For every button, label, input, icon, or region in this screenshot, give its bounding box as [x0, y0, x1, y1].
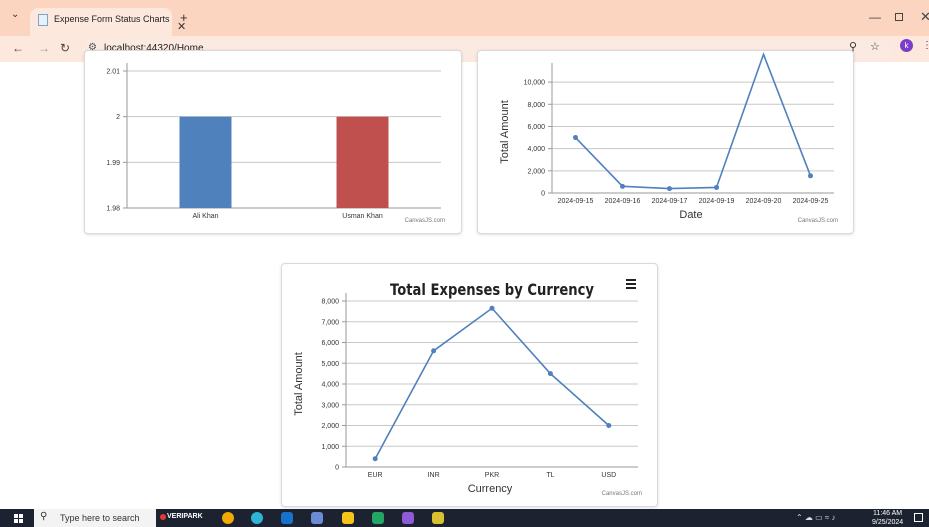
outlook-icon[interactable]	[281, 512, 293, 524]
currency-line-chart: Total Expenses by Currency 0 1,000 2,000 3,0…	[293, 279, 642, 497]
y-tick-label: 2	[116, 114, 120, 121]
canvasjs-credit: CanvasJS.com	[405, 218, 445, 224]
y-axis-title: Total Amount	[499, 100, 511, 164]
bookmark-star-icon[interactable]: ☆	[870, 40, 880, 53]
x-tick-label: USD	[601, 472, 616, 479]
taskbar-search-placeholder: Type here to search	[60, 513, 140, 523]
x-tick-label: 2024-09-20	[746, 198, 782, 205]
y-tick-label: 8,000	[527, 102, 545, 109]
page-favicon-icon	[38, 14, 48, 26]
new-tab-icon[interactable]: +	[180, 10, 188, 25]
x-tick-label: 2024-09-25	[793, 198, 829, 205]
tab-expense-form-status-charts[interactable]: Expense Form Status Charts ✕	[30, 8, 186, 36]
series-line	[374, 307, 610, 460]
chrome-icon[interactable]	[222, 512, 234, 524]
chrome-alt-icon[interactable]	[372, 512, 384, 524]
y-tick-label: 4,000	[321, 382, 339, 389]
search-icon: ⚲	[40, 511, 48, 522]
veripark-app[interactable]: VERIPARK	[167, 513, 203, 520]
visual-studio-icon[interactable]	[402, 512, 414, 524]
tab-search-icon[interactable]: ⌄	[11, 9, 19, 20]
reload-icon[interactable]: ↻	[60, 41, 70, 55]
canvasjs-credit: CanvasJS.com	[602, 491, 642, 497]
x-tick-label: 2024-09-17	[652, 198, 688, 205]
y-tick-label: 0	[541, 191, 545, 198]
y-tick-label: 2,000	[527, 168, 545, 175]
teams-icon[interactable]	[311, 512, 323, 524]
notification-icon[interactable]	[914, 513, 923, 522]
x-axis-title: Currency	[468, 483, 513, 495]
data-point	[808, 173, 813, 179]
data-point	[667, 186, 672, 192]
canvasjs-credit: CanvasJS.com	[798, 218, 838, 224]
y-tick-label: 10,000	[524, 80, 546, 87]
x-tick-label: INR	[428, 472, 440, 479]
bar	[336, 116, 389, 208]
y-tick-label: 6,000	[527, 124, 545, 131]
data-point	[547, 371, 553, 377]
x-tick-label: 2024-09-15	[558, 198, 594, 205]
bar-chart: 1.98 1.99 2 2.01 Ali Khan Usman Khan CanvasJS.…	[106, 63, 445, 224]
forward-icon[interactable]: →	[38, 41, 50, 55]
edge-icon[interactable]	[251, 512, 263, 524]
tab-strip: ⌄ Expense Form Status Charts ✕ + — ✕	[0, 0, 929, 36]
data-point	[573, 135, 578, 141]
x-tick-label: 2024-09-16	[605, 198, 641, 205]
date-line-chart-card: 0 2,000 4,000 6,000 8,000 10,000 2024-09-15 202…	[477, 50, 854, 234]
file-explorer-icon[interactable]	[342, 512, 354, 524]
y-tick-label: 8,000	[321, 299, 339, 306]
browser-menu-icon[interactable]: ⋮	[922, 40, 929, 51]
chart-title: Total Expenses by Currency	[390, 280, 594, 299]
data-point	[489, 305, 495, 311]
minimize-icon[interactable]: —	[869, 10, 881, 24]
x-tick-label: EUR	[368, 472, 383, 479]
y-tick-label: 4,000	[527, 146, 545, 153]
windows-start-icon[interactable]	[14, 514, 23, 523]
x-tick-label: TL	[546, 472, 554, 479]
snipping-tool-icon[interactable]	[432, 512, 444, 524]
x-tick-label: Usman Khan	[342, 213, 383, 220]
x-tick-label: 2024-09-19	[699, 198, 735, 205]
window-close-icon[interactable]: ✕	[920, 9, 929, 25]
system-tray-icons[interactable]: ⌃ ☁ ▭ ≈ ♪	[796, 513, 836, 522]
hamburger-icon	[626, 287, 636, 289]
y-tick-label: 1,000	[321, 444, 339, 451]
x-tick-label: PKR	[485, 472, 499, 479]
y-tick-label: 2.01	[106, 69, 120, 76]
data-point	[606, 423, 612, 428]
windows-taskbar: ⚲ Type here to search VERIPARK ⌃ ☁ ▭ ≈ ♪…	[0, 509, 929, 527]
data-point	[620, 183, 625, 189]
x-tick-label: Ali Khan	[192, 213, 218, 220]
hamburger-icon	[626, 283, 636, 285]
currency-line-chart-card: Total Expenses by Currency 0 1,000 2,000 3,0…	[281, 263, 658, 507]
back-icon[interactable]: ←	[12, 41, 24, 55]
veripark-logo-icon	[160, 514, 166, 520]
clock-time: 11:46 AM	[873, 510, 903, 517]
tab-title: Expense Form Status Charts	[54, 14, 170, 24]
date-line-chart: 0 2,000 4,000 6,000 8,000 10,000 2024-09-15 202…	[499, 52, 838, 224]
y-tick-label: 6,000	[321, 340, 339, 347]
restore-icon[interactable]	[895, 13, 903, 21]
bar	[179, 116, 232, 208]
series-line	[574, 52, 812, 190]
y-tick-label: 7,000	[321, 319, 339, 326]
x-axis-title: Date	[679, 209, 702, 221]
y-tick-label: 1.99	[106, 160, 120, 167]
data-point	[372, 456, 378, 462]
y-tick-label: 0	[335, 465, 339, 472]
y-tick-label: 2,000	[321, 423, 339, 430]
taskbar-search[interactable]: ⚲ Type here to search	[34, 509, 156, 527]
y-axis-title: Total Amount	[293, 352, 305, 416]
profile-avatar[interactable]: k	[900, 39, 913, 52]
y-tick-label: 5,000	[321, 361, 339, 368]
y-tick-label: 3,000	[321, 402, 339, 409]
hamburger-icon	[626, 279, 636, 281]
system-clock[interactable]: 11:46 AM 9/25/2024	[872, 509, 903, 527]
clock-date: 9/25/2024	[872, 519, 904, 526]
data-point	[431, 348, 437, 354]
bar-chart-card: 1.98 1.99 2 2.01 Ali Khan Usman Khan CanvasJS.…	[84, 50, 462, 234]
y-tick-label: 1.98	[106, 206, 120, 213]
data-point	[714, 184, 719, 190]
